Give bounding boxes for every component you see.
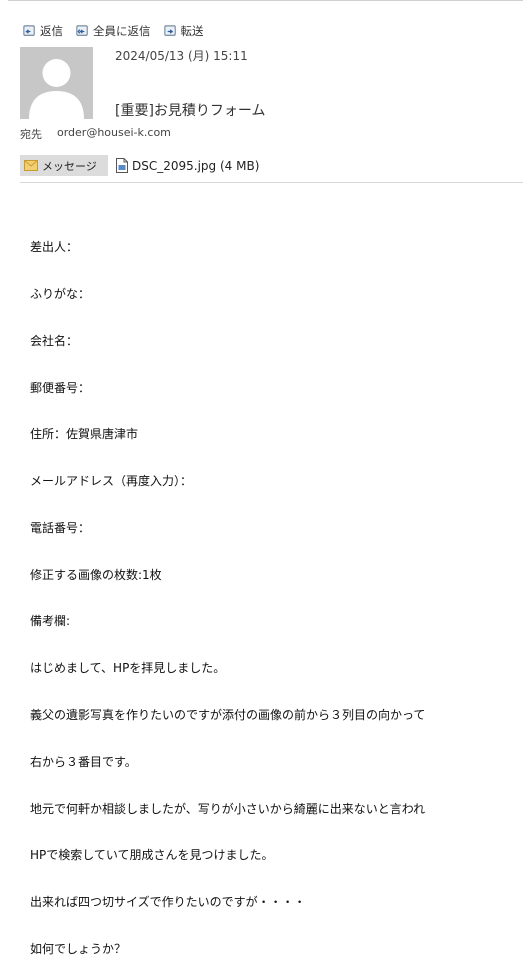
header-divider <box>20 182 523 183</box>
reply-icon <box>23 24 35 36</box>
envelope-icon <box>24 160 38 171</box>
message-tab-label: メッセージ <box>42 159 97 173</box>
body-line-sender: 差出人： <box>30 240 79 255</box>
message-date: 2024/05/13 (月) 15:11 <box>115 49 248 63</box>
body-line-phone: 電話番号： <box>30 520 91 535</box>
file-icon <box>116 158 128 173</box>
reply-all-icon <box>76 24 88 36</box>
reply-label: 返信 <box>40 24 63 38</box>
body-line-furigana: ふりがな： <box>30 286 91 301</box>
attachment-file[interactable]: DSC_2095.jpg (4 MB) <box>116 158 259 173</box>
window-top-border <box>8 0 523 1</box>
reply-all-label: 全員に返信 <box>93 24 151 38</box>
body-line-notes-7: 如何でしょうか？ <box>30 941 127 956</box>
message-body: 差出人： ふりがな： 会社名： 郵便番号： 住所：佐賀県唐津市 メールアドレス（… <box>30 209 425 973</box>
person-silhouette-icon <box>29 59 84 119</box>
body-line-notes-label: 備考欄: <box>30 614 71 629</box>
attachment-bar: メッセージ DSC_2095.jpg (4 MB) <box>20 155 259 176</box>
forward-icon <box>163 24 176 36</box>
forward-button[interactable]: 転送 <box>163 23 204 39</box>
body-line-email: メールアドレス（再度入力）： <box>30 474 193 489</box>
body-line-notes-6: 出来れば四つ切サイズで作りたいのですが・・・・ <box>30 895 306 910</box>
message-subject: [重要]お見積りフォーム <box>115 103 266 119</box>
forward-label: 転送 <box>180 24 204 38</box>
reply-all-button[interactable]: 全員に返信 <box>75 23 151 39</box>
body-line-notes-5: HPで検索していて朋成さんを見つけました。 <box>30 848 274 863</box>
attachment-filename: DSC_2095.jpg (4 MB) <box>132 158 260 173</box>
body-line-notes-1: はじめまして、HPを拝見しました。 <box>30 661 226 676</box>
body-line-postal-code: 郵便番号： <box>30 380 91 395</box>
body-line-company: 会社名： <box>30 333 79 348</box>
body-line-notes-4: 地元で何軒か相談しましたが、写りが小さいから綺麗に出来ないと言われ <box>30 801 426 816</box>
body-line-image-count: 修正する画像の枚数:1枚 <box>30 567 162 582</box>
message-tab[interactable]: メッセージ <box>20 155 108 176</box>
sender-avatar <box>20 47 93 119</box>
body-line-address: 住所：佐賀県唐津市 <box>30 427 139 442</box>
to-address[interactable]: order@housei-k.com <box>57 126 171 139</box>
body-line-notes-2: 義父の遺影写真を作りたいのですが添付の画像の前から３列目の向かって <box>30 708 426 722</box>
message-toolbar: 返信 全員に返信 転送 <box>22 23 204 39</box>
body-line-notes-3: 右から３番目です。 <box>30 754 137 769</box>
to-label: 宛先 <box>20 128 42 141</box>
reply-button[interactable]: 返信 <box>22 23 63 39</box>
